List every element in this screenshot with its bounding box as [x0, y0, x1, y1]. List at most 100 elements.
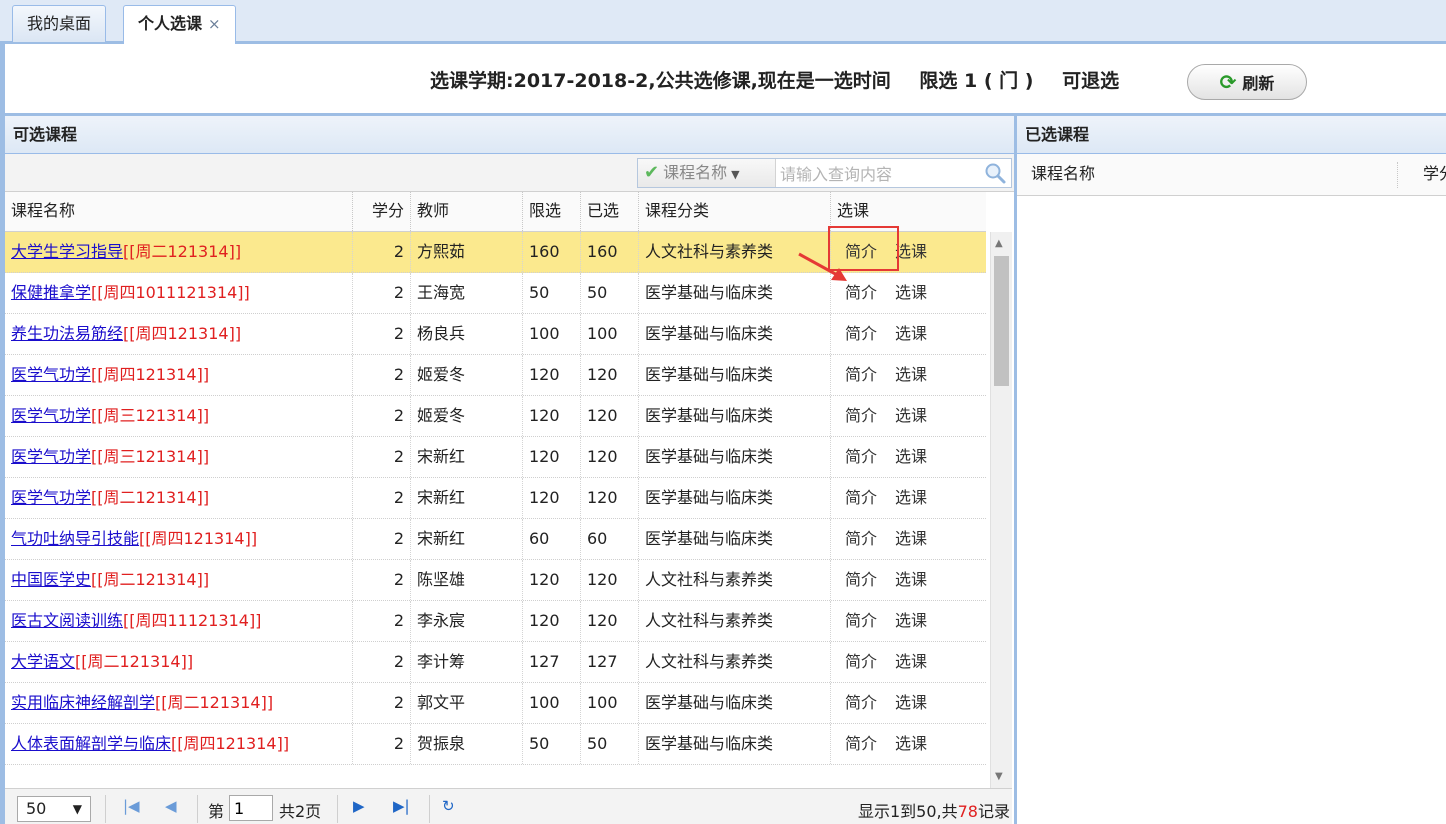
select-course-link[interactable]: 选课	[895, 601, 927, 641]
intro-link[interactable]: 简介	[845, 724, 877, 764]
page-size-select[interactable]: 50 ▼	[17, 796, 91, 822]
intro-link[interactable]: 简介	[845, 478, 877, 518]
limit-cell: 120	[523, 396, 581, 436]
scroll-down-icon[interactable]: ▼	[995, 771, 1003, 782]
course-name-link[interactable]: 医学气功学	[11, 406, 91, 425]
intro-link[interactable]: 简介	[845, 355, 877, 395]
record-info: 显示1到50,共78记录	[858, 798, 1010, 822]
course-name-link[interactable]: 医学气功学	[11, 447, 91, 466]
course-name-link[interactable]: 保健推拿学	[11, 283, 91, 302]
intro-link[interactable]: 简介	[845, 314, 877, 354]
search-icon[interactable]	[983, 161, 1007, 185]
refresh-label: 刷新	[1242, 74, 1275, 93]
close-icon[interactable]: ×	[208, 15, 221, 33]
table-row[interactable]: 医学气功学[[周三121314]] 2 姬爱冬 120 120 医学基础与临床类 简介 选课	[5, 396, 986, 437]
teacher-cell: 王海宽	[411, 273, 523, 313]
intro-link[interactable]: 简介	[845, 437, 877, 477]
table-row[interactable]: 人体表面解剖学与临床[[周四121314]] 2 贺振泉 50 50 医学基础与临床类 简介…	[5, 724, 986, 765]
table-row[interactable]: 医学气功学[[周二121314]] 2 宋新红 120 120 医学基础与临床类 简介 选课	[5, 478, 986, 519]
course-name-link[interactable]: 医学气功学	[11, 365, 91, 384]
course-name-link[interactable]: 大学语文	[11, 652, 75, 671]
search-toolbar: ✔ 课程名称 ▼	[5, 154, 1014, 192]
table-row[interactable]: 大学语文[[周二121314]] 2 李计筹 127 127 人文社科与素养类 简介 选课	[5, 642, 986, 683]
course-name-link[interactable]: 医学气功学	[11, 488, 91, 507]
course-name-link[interactable]: 大学生学习指导	[11, 242, 123, 261]
select-course-link[interactable]: 选课	[895, 560, 927, 600]
intro-link[interactable]: 简介	[845, 519, 877, 559]
teacher-cell: 宋新红	[411, 519, 523, 559]
tab-my-desktop[interactable]: 我的桌面	[12, 5, 107, 42]
pager-divider	[337, 795, 338, 823]
first-page-icon[interactable]: |◀	[123, 797, 140, 815]
col-header-selected[interactable]: 已选	[581, 192, 639, 231]
table-row[interactable]: 养生功法易筋经[[周四121314]] 2 杨良兵 100 100 医学基础与临床类 简介选…	[5, 314, 986, 355]
credit-cell: 2	[353, 724, 411, 764]
intro-link[interactable]: 简介	[845, 560, 877, 600]
next-page-icon[interactable]: ▶	[353, 797, 365, 815]
select-course-link[interactable]: 选课	[895, 478, 927, 518]
panel-title: 可选课程	[5, 116, 1014, 154]
teacher-cell: 宋新红	[411, 478, 523, 518]
intro-link[interactable]: 简介	[845, 601, 877, 641]
page-number-input[interactable]	[229, 795, 273, 821]
limit-cell: 50	[523, 724, 581, 764]
table-row[interactable]: 医古文阅读训练[[周四11121314]] 2 李永宸 120 120 人文社科与素养类简…	[5, 601, 986, 642]
action-cell: 简介 选课	[831, 601, 992, 641]
teacher-cell: 陈坚雄	[411, 560, 523, 600]
col-header-course[interactable]: 课程名称	[1025, 154, 1325, 195]
col-header-action[interactable]: 选课	[831, 192, 992, 231]
select-course-link[interactable]: 选课	[895, 724, 927, 764]
teacher-cell: 李永宸	[411, 601, 523, 641]
course-cell: 医古文阅读训练[[周四11121314]]	[5, 601, 353, 641]
col-header-course[interactable]: 课程名称	[5, 192, 353, 231]
table-row[interactable]: 实用临床神经解剖学[[周二121314]] 2 郭文平 100 100 医学基础与临床类简…	[5, 683, 986, 724]
select-course-link[interactable]: 选课	[895, 683, 927, 723]
course-name-link[interactable]: 养生功法易筋经	[11, 324, 123, 343]
last-page-icon[interactable]: ▶|	[393, 797, 410, 815]
course-cell: 大学生学习指导[[周二121314]]	[5, 232, 353, 272]
table-row[interactable]: 医学气功学[[周三121314]] 2 宋新红 120 120 医学基础与临床类 简介 选课	[5, 437, 986, 478]
select-course-link[interactable]: 选课	[895, 519, 927, 559]
refresh-button[interactable]: ⟳ 刷新	[1187, 64, 1307, 100]
available-courses-panel: 可选课程 ✔课程名称▼ 课程名称 学分 教师 限选 已选 课程分类	[5, 116, 1017, 824]
course-name-link[interactable]: 医古文阅读训练	[11, 611, 123, 630]
select-course-link[interactable]: 选课	[895, 396, 927, 436]
select-course-link[interactable]: 选课	[895, 232, 927, 272]
course-name-link[interactable]: 实用临床神经解剖学	[11, 693, 155, 712]
course-time: [[周四121314]]	[123, 324, 242, 343]
table-row[interactable]: 医学气功学[[周四121314]] 2 姬爱冬 120 120 医学基础与临床类 简介 选课	[5, 355, 986, 396]
prev-page-icon[interactable]: ◀	[165, 797, 177, 815]
tab-course-selection[interactable]: 个人选课 ×	[123, 5, 236, 45]
grid-scrollbar[interactable]: ▲ ▼	[990, 232, 1012, 788]
table-row[interactable]: 气功吐纳导引技能[[周四121314]] 2 宋新红 60 60 医学基础与临床类 简介 选课	[5, 519, 986, 560]
reload-icon[interactable]: ↻	[442, 797, 455, 815]
limit-cell: 100	[523, 683, 581, 723]
search-field-select[interactable]: ✔ 课程名称 ▼	[638, 159, 776, 187]
scroll-thumb[interactable]	[994, 256, 1009, 386]
intro-link[interactable]: 简介	[845, 396, 877, 436]
col-header-credit[interactable]: 学分	[1417, 154, 1446, 195]
select-course-link[interactable]: 选课	[895, 355, 927, 395]
table-row[interactable]: 中国医学史[[周二121314]] 2 陈坚雄 120 120 人文社科与素养类 简介 选课	[5, 560, 986, 601]
select-course-link[interactable]: 选课	[895, 642, 927, 682]
col-header-category[interactable]: 课程分类	[639, 192, 831, 231]
intro-link[interactable]: 简介	[845, 683, 877, 723]
category-cell: 医学基础与临床类	[639, 519, 831, 559]
intro-link[interactable]: 简介	[845, 642, 877, 682]
course-name-link[interactable]: 气功吐纳导引技能	[11, 529, 139, 548]
column-divider	[1397, 162, 1398, 188]
search-input[interactable]	[778, 160, 978, 188]
select-course-link[interactable]: 选课	[895, 437, 927, 477]
col-header-limit[interactable]: 限选	[523, 192, 581, 231]
course-cell: 医学气功学[[周四121314]]	[5, 355, 353, 395]
col-header-teacher[interactable]: 教师	[411, 192, 523, 231]
select-course-link[interactable]: 选课	[895, 314, 927, 354]
scroll-up-icon[interactable]: ▲	[995, 238, 1003, 249]
selected-cell: 127	[581, 642, 639, 682]
limit-text: 限选 1 ( 门 )	[919, 70, 1034, 92]
course-name-link[interactable]: 人体表面解剖学与临床	[11, 734, 171, 753]
course-name-link[interactable]: 中国医学史	[11, 570, 91, 589]
course-time: [[周二121314]]	[91, 570, 210, 589]
select-course-link[interactable]: 选课	[895, 273, 927, 313]
col-header-credit[interactable]: 学分	[353, 192, 411, 231]
